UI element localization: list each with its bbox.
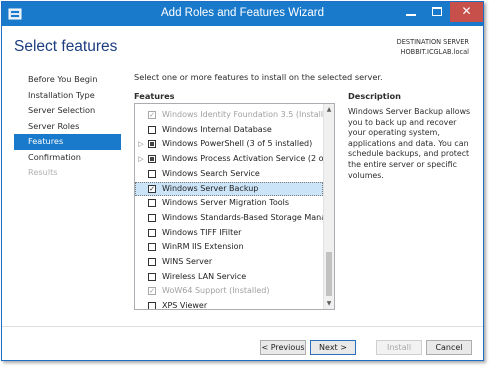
expand-arrow-icon[interactable]: ▷ <box>137 137 145 151</box>
feature-label: Wireless LAN Service <box>162 271 247 281</box>
feature-row[interactable]: Windows Server Migration Tools <box>135 196 323 210</box>
feature-label: WoW64 Support (Installed) <box>162 286 270 296</box>
feature-checkbox: ✓ <box>148 287 156 296</box>
maximize-button[interactable] <box>424 2 450 22</box>
cancel-button[interactable]: Cancel <box>426 340 472 355</box>
feature-checkbox: ✓ <box>148 111 156 119</box>
install-button: Install <box>376 340 422 355</box>
nav-item-results: Results <box>28 167 58 177</box>
feature-checkbox[interactable] <box>148 155 156 164</box>
feature-row[interactable]: Windows Standards-Based Storage Manageme… <box>135 211 323 225</box>
title-bar[interactable]: Add Roles and Features Wizard ✕ <box>2 2 483 26</box>
feature-checkbox[interactable] <box>148 199 156 208</box>
features-list[interactable]: ▲ ▼ ✓ Windows Identity Foundation 3.5 (In… <box>134 103 335 310</box>
destination-server-label: DESTINATION SERVER <box>396 38 469 46</box>
nav-item-before-you-begin[interactable]: Before You Begin <box>14 72 121 88</box>
feature-checkbox[interactable]: ✓ <box>148 184 156 193</box>
feature-label: WINS Server <box>162 257 213 266</box>
feature-row[interactable]: Wireless LAN Service <box>135 270 323 284</box>
expand-arrow-icon[interactable]: ▷ <box>137 152 145 166</box>
feature-row[interactable]: Windows Internal Database <box>135 123 323 137</box>
footer-divider <box>2 326 483 327</box>
scroll-up-icon[interactable]: ▲ <box>324 104 334 115</box>
feature-row[interactable]: XPS Viewer <box>135 299 323 310</box>
wizard-window: Add Roles and Features Wizard ✕ Select f… <box>1 1 484 361</box>
feature-checkbox[interactable] <box>148 125 156 134</box>
feature-checkbox[interactable] <box>148 140 156 149</box>
intro-text: Select one or more features to install o… <box>134 72 383 82</box>
feature-row[interactable]: ✓ Windows Identity Foundation 3.5 (Instal… <box>135 108 323 122</box>
feature-checkbox[interactable] <box>148 258 156 266</box>
next-button[interactable]: Next > <box>310 340 356 355</box>
close-icon: ✕ <box>461 4 472 18</box>
destination-server-name: HOBBIT.ICGLAB.local <box>400 48 469 56</box>
scroll-thumb[interactable] <box>326 252 332 296</box>
feature-row[interactable]: WINS Server <box>135 255 323 269</box>
feature-label: Windows Internal Database <box>162 124 272 134</box>
description-text: Windows Server Backup allows you to back… <box>348 107 471 180</box>
wizard-nav: Before You Begin Installation Type Serve… <box>14 72 121 181</box>
feature-checkbox[interactable] <box>148 169 156 178</box>
nav-item-server-roles[interactable]: Server Roles <box>14 119 121 135</box>
maximize-icon <box>432 7 442 16</box>
feature-label: Windows Identity Foundation 3.5 (Install… <box>162 110 323 119</box>
features-scrollbar[interactable]: ▲ ▼ <box>323 104 334 309</box>
features-heading: Features <box>134 91 175 101</box>
feature-checkbox[interactable] <box>148 302 156 309</box>
feature-row[interactable]: ✓ Windows Server Backup <box>135 181 323 196</box>
feature-row[interactable]: ▷ Windows PowerShell (3 of 5 installed) <box>135 137 323 151</box>
close-button[interactable]: ✕ <box>450 2 483 22</box>
feature-label: Windows Search Service <box>162 168 260 178</box>
feature-label: Windows Standards-Based Storage Manageme… <box>162 212 323 222</box>
description-heading: Description <box>348 91 401 101</box>
feature-label: Windows PowerShell (3 of 5 installed) <box>162 139 313 149</box>
feature-checkbox[interactable] <box>148 243 156 252</box>
feature-checkbox[interactable] <box>148 228 156 237</box>
minimize-icon <box>406 14 416 16</box>
feature-row[interactable]: Windows TIFF IFilter <box>135 226 323 240</box>
scroll-down-icon[interactable]: ▼ <box>324 298 334 309</box>
page-title: Select features <box>14 38 118 55</box>
feature-row[interactable]: Windows Search Service <box>135 167 323 181</box>
nav-item-confirmation[interactable]: Confirmation <box>14 150 121 166</box>
feature-checkbox[interactable] <box>148 213 156 222</box>
feature-row[interactable]: WinRM IIS Extension <box>135 240 323 254</box>
feature-label: Windows Server Backup <box>162 183 259 193</box>
nav-item-installation-type[interactable]: Installation Type <box>14 88 121 104</box>
feature-label: XPS Viewer <box>162 301 208 310</box>
feature-label: Windows TIFF IFilter <box>162 227 242 237</box>
minimize-button[interactable] <box>398 2 424 22</box>
previous-button[interactable]: < Previous <box>260 340 306 355</box>
feature-checkbox[interactable] <box>148 272 156 281</box>
feature-label: WinRM IIS Extension <box>162 242 244 252</box>
nav-item-features[interactable]: Features <box>14 134 121 150</box>
feature-label: Windows Process Activation Service (2 of… <box>162 154 323 164</box>
feature-row[interactable]: ▷ Windows Process Activation Service (2 o… <box>135 152 323 166</box>
nav-item-server-selection[interactable]: Server Selection <box>14 103 121 119</box>
feature-label: Windows Server Migration Tools <box>162 198 289 208</box>
feature-row[interactable]: ✓ WoW64 Support (Installed) <box>135 284 323 298</box>
